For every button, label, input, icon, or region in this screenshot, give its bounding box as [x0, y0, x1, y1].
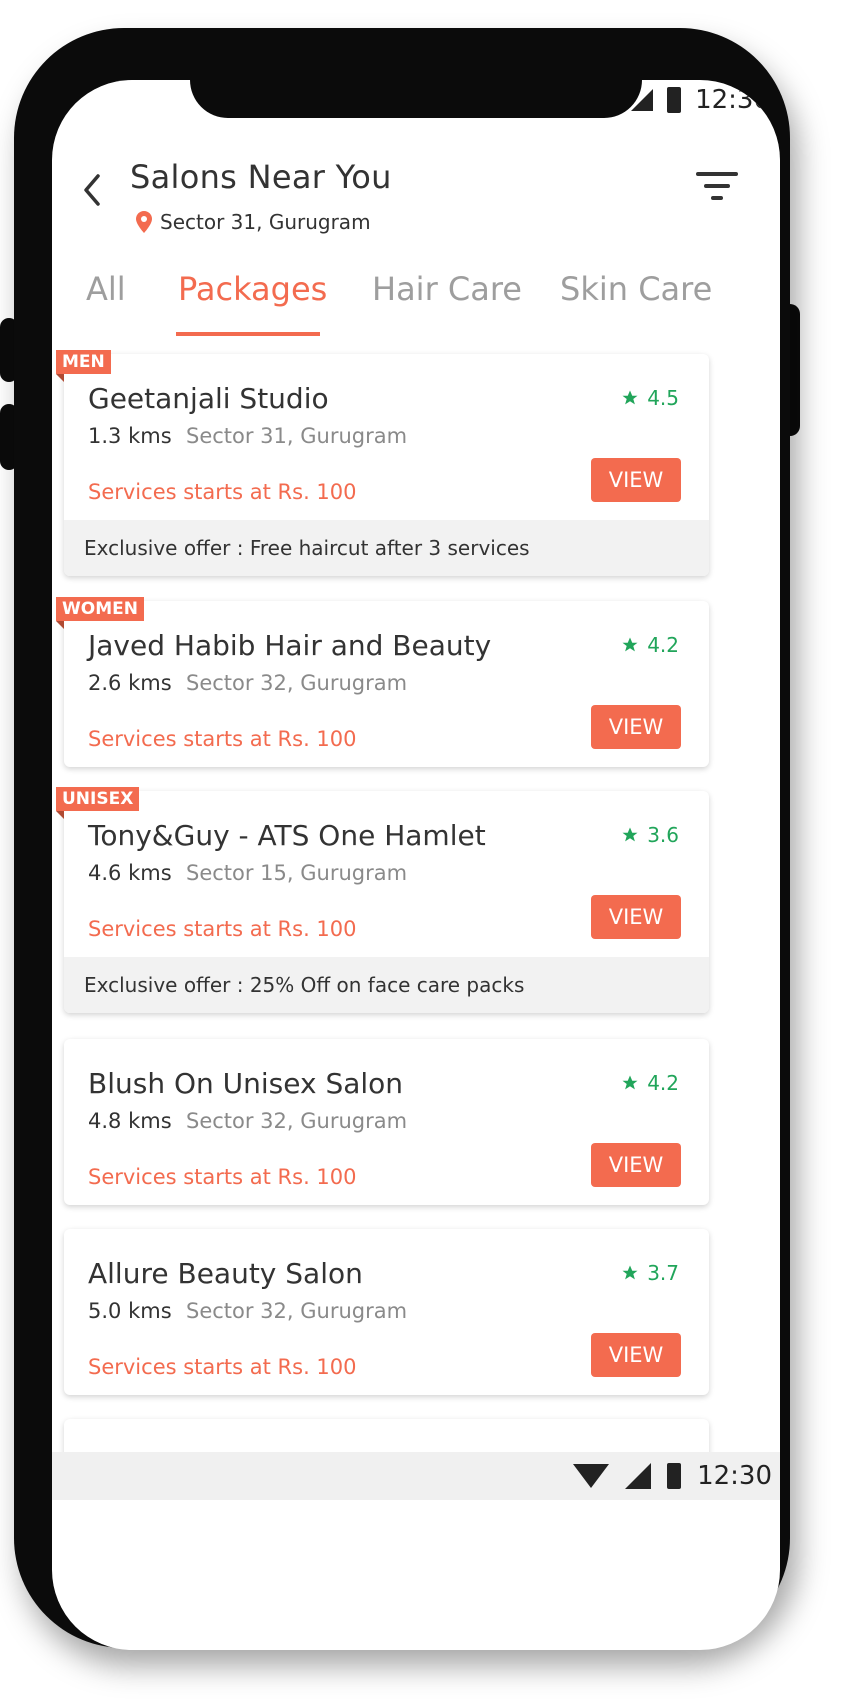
- salon-rating: 3.7: [621, 1261, 679, 1285]
- salon-distance: 2.6 kms: [88, 671, 172, 695]
- salon-rating: 4.5: [621, 386, 679, 410]
- salon-card[interactable]: Blush On Unisex Salon 4.2 4.8 kms Sector…: [64, 1039, 709, 1205]
- signal-icon: [625, 1463, 652, 1489]
- phone-frame: 12:30 Salons Near You Sector 31, Gurugra…: [14, 28, 790, 1650]
- tab-hair-care[interactable]: Hair Care: [372, 270, 522, 308]
- salon-name: Geetanjali Studio: [88, 382, 329, 415]
- category-tag: UNISEX: [56, 787, 140, 819]
- salon-card[interactable]: Allure Beauty Salon 3.7 5.0 kms Sector 3…: [64, 1229, 709, 1395]
- salon-name: Allure Beauty Salon: [88, 1257, 363, 1290]
- rating-value: 4.5: [647, 386, 679, 410]
- signal-icon: [631, 89, 654, 111]
- battery-icon: [667, 87, 682, 113]
- star-icon: [622, 637, 638, 652]
- top-status-bar: 12:30: [631, 82, 770, 118]
- star-icon: [622, 1265, 638, 1280]
- salon-area: Sector 32, Gurugram: [186, 1299, 408, 1323]
- salon-price: Services starts at Rs. 100: [88, 917, 357, 941]
- battery-icon: [667, 1463, 682, 1489]
- salon-name: Blush On Unisex Salon: [88, 1067, 404, 1100]
- rating-value: 4.2: [647, 1071, 679, 1095]
- salon-rating: 3.6: [621, 823, 679, 847]
- status-time: 12:30: [697, 1461, 772, 1491]
- salon-card[interactable]: UNISEX Tony&Guy - ATS One Hamlet 3.6 4.6…: [56, 787, 709, 1013]
- filter-icon[interactable]: [696, 168, 738, 204]
- salon-name: Javed Habib Hair and Beauty: [88, 629, 492, 662]
- app-header: Salons Near You Sector 31, Gurugram: [52, 140, 780, 250]
- salon-name: Tony&Guy - ATS One Hamlet: [88, 819, 486, 852]
- location-text: Sector 31, Gurugram: [160, 210, 371, 234]
- wifi-icon: [573, 1464, 610, 1488]
- chevron-left-icon[interactable]: [74, 170, 114, 210]
- salon-area: Sector 31, Gurugram: [186, 424, 408, 448]
- salon-rating: 4.2: [621, 1071, 679, 1095]
- star-icon: [622, 827, 638, 842]
- tab-all[interactable]: All: [86, 270, 126, 308]
- salon-price: Services starts at Rs. 100: [88, 480, 357, 504]
- salon-distance: 4.8 kms: [88, 1109, 172, 1133]
- category-tag: MEN: [56, 350, 111, 382]
- exclusive-offer: Exclusive offer : Free haircut after 3 s…: [64, 520, 709, 576]
- tab-skin-care[interactable]: Skin Care: [560, 270, 712, 308]
- page-title: Salons Near You: [130, 158, 392, 196]
- salon-rating: 4.2: [621, 633, 679, 657]
- phone-screen: 12:30 Salons Near You Sector 31, Gurugra…: [52, 80, 780, 1650]
- exclusive-offer: Exclusive offer : 25% Off on face care p…: [64, 957, 709, 1013]
- phone-notch: [190, 80, 642, 118]
- status-time: 12:30: [695, 85, 770, 115]
- view-button[interactable]: VIEW: [591, 1333, 681, 1377]
- view-button[interactable]: VIEW: [591, 458, 681, 502]
- active-tab-indicator: [176, 332, 320, 336]
- view-button[interactable]: VIEW: [591, 1143, 681, 1187]
- view-button[interactable]: VIEW: [591, 705, 681, 749]
- salon-area: Sector 15, Gurugram: [186, 861, 408, 885]
- salon-distance: 5.0 kms: [88, 1299, 172, 1323]
- salon-price: Services starts at Rs. 100: [88, 1165, 357, 1189]
- category-tabs: All Packages Hair Care Skin Care: [52, 260, 780, 340]
- star-icon: [622, 390, 638, 405]
- salon-area: Sector 32, Gurugram: [186, 1109, 408, 1133]
- bottom-status-bar: 12:30: [52, 1452, 780, 1500]
- salon-price: Services starts at Rs. 100: [88, 727, 357, 751]
- salon-price: Services starts at Rs. 100: [88, 1355, 357, 1379]
- salon-card[interactable]: MEN Geetanjali Studio 4.5 1.3 kms Sector…: [56, 350, 709, 576]
- rating-value: 3.6: [647, 823, 679, 847]
- salon-card[interactable]: WOMEN Javed Habib Hair and Beauty 4.2 2.…: [56, 597, 709, 767]
- rating-value: 4.2: [647, 633, 679, 657]
- rating-value: 3.7: [647, 1261, 679, 1285]
- location-line[interactable]: Sector 31, Gurugram: [136, 210, 371, 234]
- location-pin-icon: [136, 211, 152, 233]
- tab-packages[interactable]: Packages: [178, 270, 327, 308]
- salon-distance: 1.3 kms: [88, 424, 172, 448]
- salon-area: Sector 32, Gurugram: [186, 671, 408, 695]
- salon-distance: 4.6 kms: [88, 861, 172, 885]
- category-tag: WOMEN: [56, 597, 144, 629]
- view-button[interactable]: VIEW: [591, 895, 681, 939]
- star-icon: [622, 1075, 638, 1090]
